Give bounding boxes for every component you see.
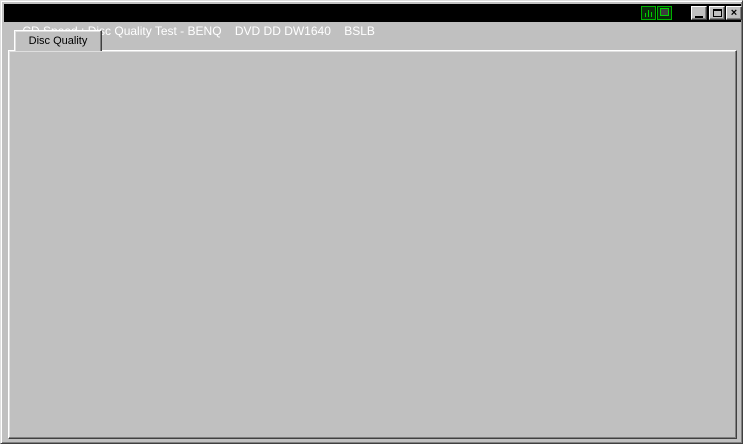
app-window: CD Speed : Disc Quality Test - BENQ DVD … xyxy=(0,0,743,444)
drive-icon[interactable] xyxy=(657,6,672,20)
tab-label: Disc Quality xyxy=(28,35,88,47)
minimize-button[interactable] xyxy=(691,6,707,20)
close-icon: × xyxy=(730,7,738,19)
close-button[interactable]: × xyxy=(726,6,742,20)
chart-icon-bar xyxy=(645,13,646,17)
tab-page xyxy=(8,50,737,439)
drive-icon-glyph xyxy=(660,8,669,16)
tab-disc-quality[interactable]: Disc Quality xyxy=(14,30,102,51)
title-bar[interactable]: CD Speed : Disc Quality Test - BENQ DVD … xyxy=(4,4,741,38)
chart-icon[interactable] xyxy=(641,6,656,20)
chart-icon-bar xyxy=(648,10,649,17)
minimize-icon xyxy=(695,15,703,18)
maximize-icon xyxy=(712,9,722,17)
maximize-button[interactable] xyxy=(709,6,725,20)
chart-icon-bar xyxy=(651,12,652,17)
